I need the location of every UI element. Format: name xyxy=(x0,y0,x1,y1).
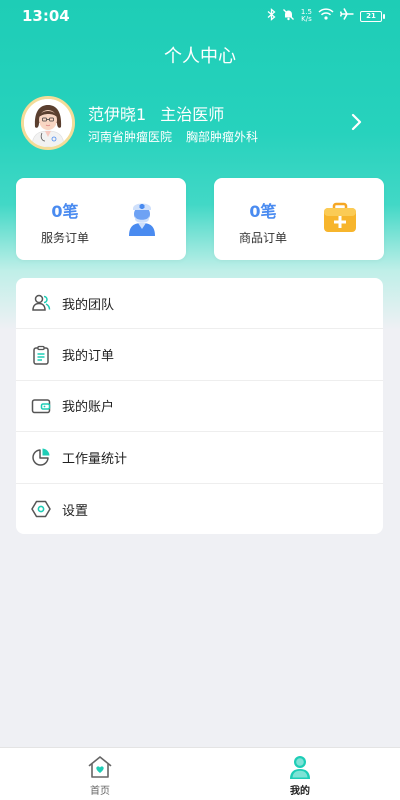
service-order-count: 0笔 xyxy=(51,202,79,221)
status-time: 13:04 xyxy=(22,7,70,25)
chevron-right-icon xyxy=(351,113,362,131)
product-order-card[interactable]: 0笔 商品订单 xyxy=(214,178,384,260)
bluetooth-icon xyxy=(267,7,276,25)
menu-label-orders: 我的订单 xyxy=(62,349,115,365)
medical-kit-icon xyxy=(318,196,362,240)
airplane-icon xyxy=(339,8,354,24)
service-order-card[interactable]: 0笔 服务订单 xyxy=(16,178,186,260)
department-name: 胸部肿瘤外科 xyxy=(186,130,259,144)
doctor-avatar-icon xyxy=(24,99,72,147)
doctor-name: 范伊晓1 xyxy=(88,105,147,124)
wallet-icon xyxy=(31,396,51,416)
nav-label-home: 首页 xyxy=(90,786,110,797)
menu-item-account[interactable]: 我的账户 xyxy=(16,381,383,433)
avatar[interactable] xyxy=(21,96,75,150)
nav-label-mine: 我的 xyxy=(290,786,310,797)
pie-chart-icon xyxy=(31,447,51,467)
profile-detail-button[interactable] xyxy=(347,110,367,134)
mute-bell-icon xyxy=(282,8,295,25)
product-order-label: 商品订单 xyxy=(238,231,287,245)
service-order-label: 服务订单 xyxy=(40,231,89,245)
profile-name-line: 范伊晓1 主治医师 xyxy=(88,101,238,125)
menu-label-settings: 设置 xyxy=(62,503,89,519)
nav-tab-mine[interactable]: 我的 xyxy=(200,748,400,800)
nav-tab-home[interactable]: 首页 xyxy=(0,748,200,800)
team-icon xyxy=(31,293,51,313)
order-list-icon xyxy=(31,345,51,365)
bottom-navigation: 首页 我的 xyxy=(0,747,400,800)
battery-icon: 21 xyxy=(360,10,385,22)
profile-organization: 河南省肿瘤医院 胸部肿瘤外科 xyxy=(88,128,272,145)
person-icon xyxy=(287,754,313,780)
doctor-title: 主治医师 xyxy=(160,105,225,124)
product-order-count: 0笔 xyxy=(249,202,277,221)
hospital-name: 河南省肿瘤医院 xyxy=(88,130,173,144)
menu-item-settings[interactable]: 设置 xyxy=(16,484,383,534)
status-bar: 13:04 1.5 K/s 21 xyxy=(0,0,400,32)
menu-item-workload-stats[interactable]: 工作量统计 xyxy=(16,432,383,484)
menu-label-team: 我的团队 xyxy=(62,297,115,313)
network-rate: 1.5 K/s xyxy=(301,9,312,23)
status-icons: 1.5 K/s 21 xyxy=(267,7,385,25)
menu-label-workload-stats: 工作量统计 xyxy=(62,451,128,467)
page-title: 个人中心 xyxy=(164,46,236,67)
menu-list: 我的团队 我的订单 我的账户 工作量统计 设置 xyxy=(16,278,383,534)
home-heart-icon xyxy=(87,754,113,780)
wifi-icon xyxy=(318,8,334,24)
menu-item-team[interactable]: 我的团队 xyxy=(16,278,383,330)
menu-item-orders[interactable]: 我的订单 xyxy=(16,329,383,381)
doctor-icon xyxy=(120,196,164,240)
network-rate-unit: K/s xyxy=(301,15,312,23)
settings-icon xyxy=(31,499,51,519)
menu-label-account: 我的账户 xyxy=(62,400,115,416)
